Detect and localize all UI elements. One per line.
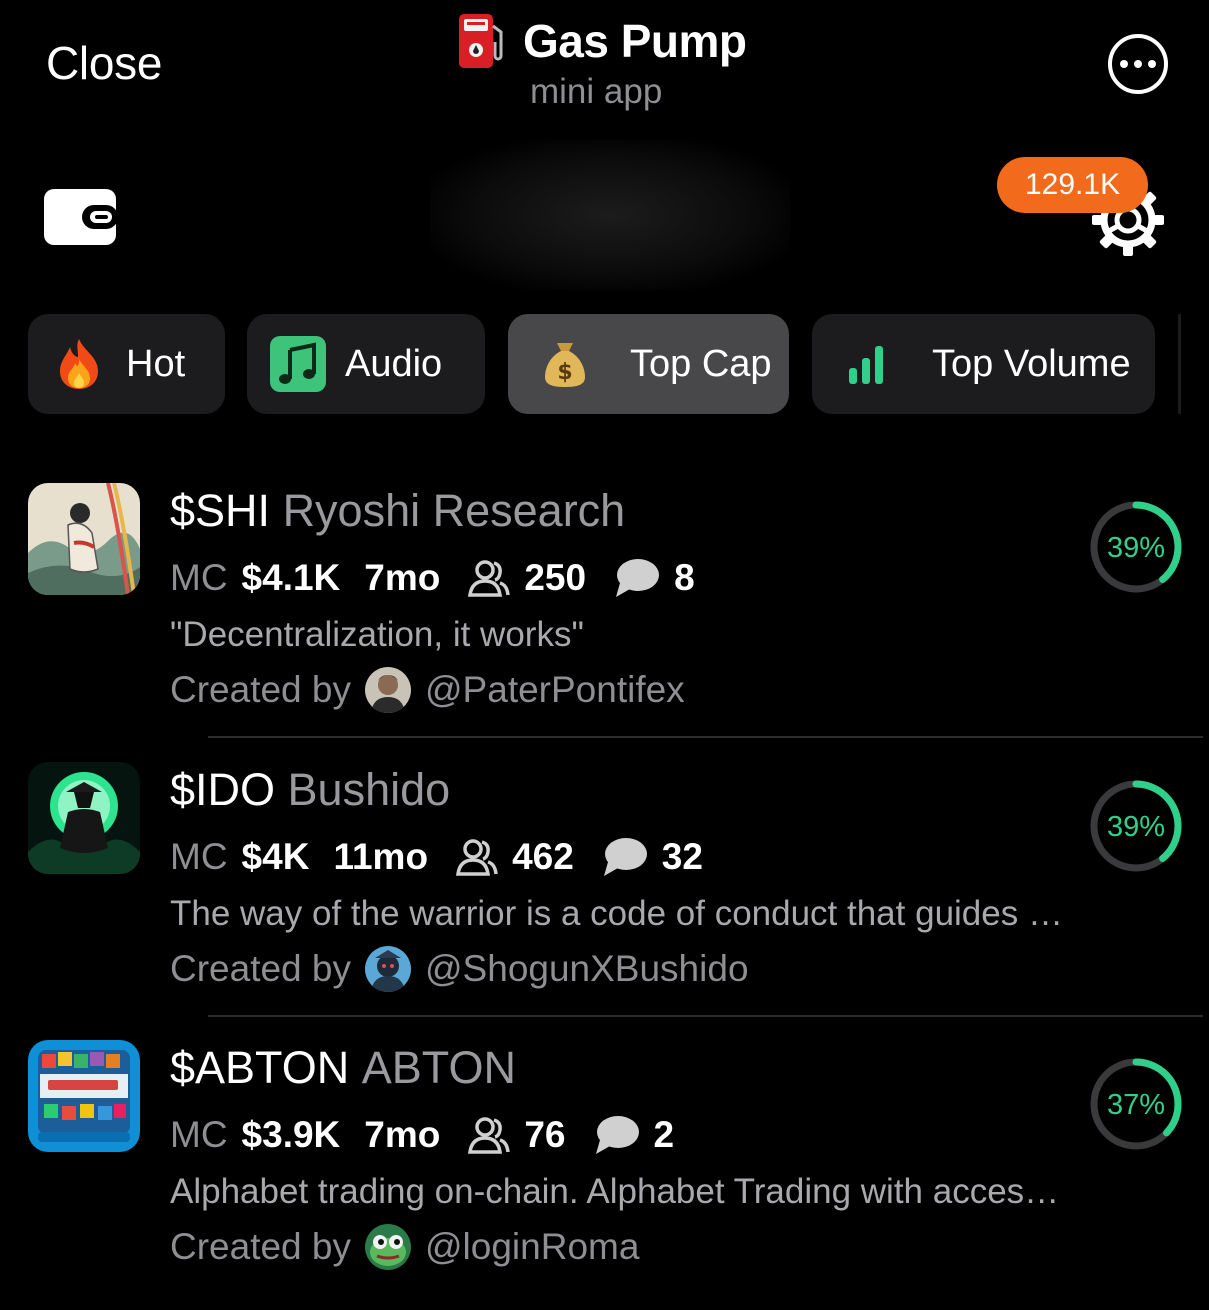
- app-title: Gas Pump: [523, 15, 747, 67]
- comments-count: 8: [674, 557, 695, 598]
- created-by-label: Created by: [170, 948, 351, 989]
- app-subtitle: mini app: [530, 72, 663, 111]
- token-row[interactable]: $SHI Ryoshi Research MC $4.1K 7mo 250 8 …: [0, 483, 1209, 753]
- balance-badge: 129.1K: [997, 157, 1149, 213]
- tab-top-volume-label: Top Volume: [932, 342, 1131, 385]
- token-stats: MC $4.1K 7mo 250 8: [170, 557, 695, 599]
- tab-audio-label: Audio: [345, 342, 443, 385]
- gas-pump-icon: [459, 14, 503, 68]
- token-age: 7mo: [364, 557, 441, 598]
- tabs-overflow-edge: [1178, 314, 1181, 414]
- token-stats: MC $4K 11mo 462 32: [170, 836, 703, 878]
- holders-icon: [456, 838, 498, 876]
- market-cap-value: $4.1K: [241, 557, 341, 598]
- created-by-label: Created by: [170, 669, 351, 710]
- music-note-icon: [269, 335, 327, 393]
- token-symbol: $ABTON: [170, 1042, 350, 1093]
- tab-top-cap-label: Top Cap: [630, 342, 772, 385]
- token-name: ABTON: [361, 1042, 516, 1093]
- header-banner: [430, 140, 790, 290]
- tab-hot[interactable]: Hot: [28, 314, 225, 414]
- market-cap-label: MC: [170, 836, 228, 877]
- token-creator: Created by @loginRoma: [170, 1224, 639, 1270]
- token-avatar: [28, 483, 140, 595]
- market-cap-label: MC: [170, 1114, 228, 1155]
- market-cap-value: $3.9K: [241, 1114, 341, 1155]
- market-cap-value: $4K: [241, 836, 310, 877]
- comments-icon: [602, 836, 648, 878]
- token-symbol: $IDO: [170, 764, 276, 815]
- comments-icon: [614, 557, 660, 599]
- tab-hot-label: Hot: [126, 342, 186, 385]
- category-tabs: Hot Audio $ Top Cap Top Volume: [28, 314, 1209, 414]
- holders-icon: [468, 559, 511, 597]
- holders-count: 462: [512, 836, 574, 877]
- tab-audio[interactable]: Audio: [247, 314, 485, 414]
- progress-label: 39%: [1107, 811, 1165, 843]
- row-divider: [208, 736, 1203, 738]
- progress-label: 39%: [1107, 532, 1165, 564]
- wallet-icon[interactable]: [44, 189, 116, 245]
- comments-count: 32: [661, 836, 703, 877]
- token-row[interactable]: $IDO Bushido MC $4K 11mo 462 32 The way …: [0, 762, 1209, 1032]
- bonding-progress-ring: 37%: [1090, 1058, 1182, 1150]
- bonding-progress-ring: 39%: [1090, 780, 1182, 872]
- creator-avatar: [365, 1224, 411, 1270]
- token-creator: Created by @ShogunXBushido: [170, 946, 749, 992]
- creator-handle[interactable]: @PaterPontifex: [425, 669, 685, 711]
- token-age: 11mo: [333, 836, 429, 877]
- app-title-block: Gas Pump mini app: [455, 12, 775, 111]
- comments-count: 2: [653, 1114, 675, 1155]
- token-creator: Created by @PaterPontifex: [170, 667, 685, 713]
- token-age: 7mo: [364, 1114, 441, 1155]
- token-avatar: [28, 1040, 140, 1152]
- progress-label: 37%: [1107, 1089, 1165, 1121]
- market-cap-label: MC: [170, 557, 228, 598]
- bonding-progress-ring: 39%: [1090, 501, 1182, 593]
- token-stats: MC $3.9K 7mo 76 2: [170, 1114, 674, 1156]
- svg-text:$: $: [557, 360, 572, 385]
- money-bag-icon: $: [536, 335, 594, 393]
- token-description: "Decentralization, it works": [170, 615, 584, 654]
- token-description: The way of the warrior is a code of cond…: [170, 894, 1063, 933]
- creator-avatar: [365, 667, 411, 713]
- more-options-icon[interactable]: [1108, 34, 1168, 94]
- comments-icon: [594, 1114, 640, 1156]
- fire-icon: [50, 335, 108, 393]
- token-avatar: [28, 762, 140, 874]
- holders-count: 250: [524, 557, 587, 598]
- tab-top-volume[interactable]: Top Volume: [812, 314, 1155, 414]
- token-title: $SHI Ryoshi Research: [170, 485, 625, 537]
- creator-handle[interactable]: @loginRoma: [425, 1226, 639, 1268]
- token-title: $IDO Bushido: [170, 764, 450, 816]
- holders-count: 76: [524, 1114, 566, 1155]
- token-description: Alphabet trading on-chain. Alphabet Trad…: [170, 1172, 1060, 1211]
- token-name: Ryoshi Research: [282, 485, 626, 536]
- tab-top-cap[interactable]: $ Top Cap: [508, 314, 789, 414]
- holders-icon: [468, 1116, 511, 1154]
- token-row[interactable]: $ABTON ABTON MC $3.9K 7mo 76 2 Alphabet …: [0, 1040, 1209, 1310]
- created-by-label: Created by: [170, 1226, 351, 1267]
- token-title: $ABTON ABTON: [170, 1042, 516, 1094]
- bar-chart-icon: [838, 335, 896, 393]
- token-name: Bushido: [287, 764, 451, 815]
- row-divider: [208, 1015, 1203, 1017]
- token-symbol: $SHI: [170, 485, 271, 536]
- creator-handle[interactable]: @ShogunXBushido: [425, 948, 749, 990]
- close-button[interactable]: Close: [46, 36, 162, 90]
- creator-avatar: [365, 946, 411, 992]
